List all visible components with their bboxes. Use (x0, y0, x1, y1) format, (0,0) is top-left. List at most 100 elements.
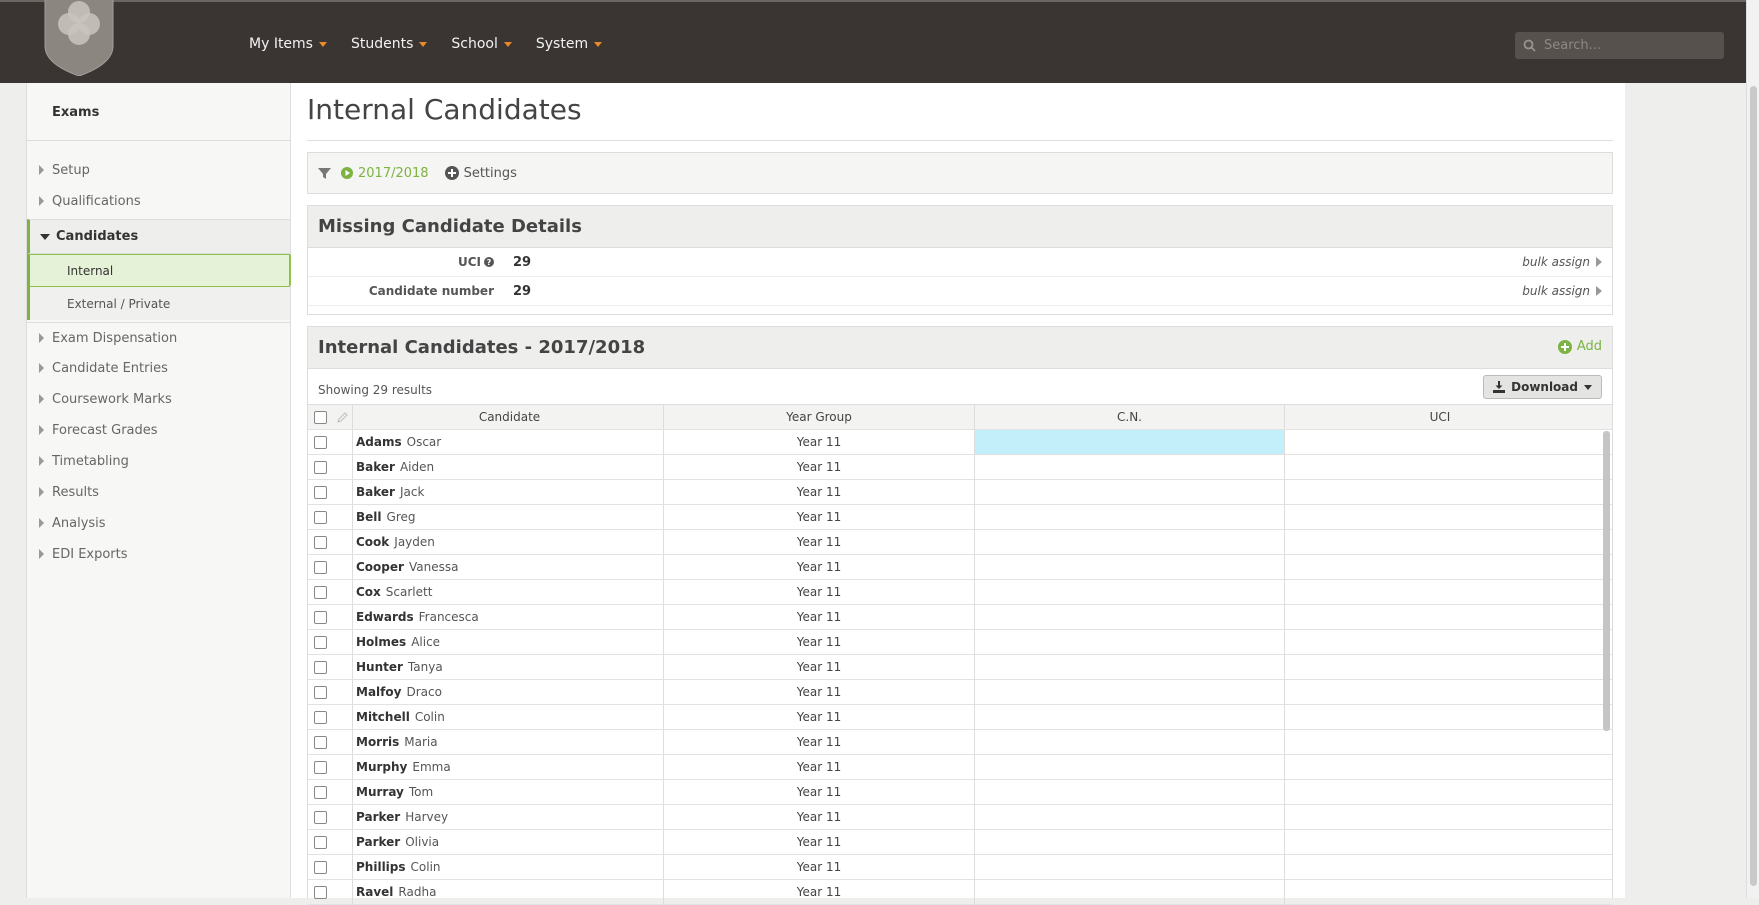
row-checkbox[interactable] (313, 535, 327, 549)
candidate-name-cell[interactable]: Morris Maria (353, 730, 664, 754)
cn-cell[interactable] (975, 630, 1285, 654)
row-checkbox[interactable] (313, 585, 327, 599)
candidate-name-cell[interactable]: Cook Jayden (353, 530, 664, 554)
candidate-name-cell[interactable]: Baker Jack (353, 480, 664, 504)
sidebar-item-candidate-entries[interactable]: Candidate Entries (27, 353, 290, 383)
table-row[interactable]: Ravel Radha Year 11 (308, 880, 1612, 905)
candidate-name-cell[interactable]: Cox Scarlett (353, 580, 664, 604)
cn-cell[interactable] (975, 655, 1285, 679)
sidebar-item-timetabling[interactable]: Timetabling (27, 446, 290, 476)
cn-cell[interactable] (975, 605, 1285, 629)
row-checkbox[interactable] (313, 610, 327, 624)
candidate-name-cell[interactable]: Murray Tom (353, 780, 664, 804)
cn-cell[interactable] (975, 455, 1285, 479)
add-candidate-button[interactable]: Add (1557, 339, 1602, 354)
row-checkbox[interactable] (313, 660, 327, 674)
table-row[interactable]: Malfoy Draco Year 11 (308, 680, 1612, 705)
row-checkbox[interactable] (313, 635, 327, 649)
cn-cell[interactable] (975, 855, 1285, 879)
sidebar-item-forecast-grades[interactable]: Forecast Grades (27, 415, 290, 445)
row-checkbox[interactable] (313, 435, 327, 449)
candidate-name-cell[interactable]: Malfoy Draco (353, 680, 664, 704)
cn-cell[interactable] (975, 730, 1285, 754)
row-checkbox[interactable] (313, 835, 327, 849)
row-checkbox[interactable] (313, 560, 327, 574)
table-row[interactable]: Murray Tom Year 11 (308, 780, 1612, 805)
sidebar-item-internal[interactable]: Internal (27, 254, 301, 287)
row-checkbox[interactable] (313, 860, 327, 874)
uci-cell[interactable] (1285, 705, 1595, 729)
cn-cell[interactable] (975, 805, 1285, 829)
candidate-name-cell[interactable]: Parker Harvey (353, 805, 664, 829)
table-row[interactable]: Baker Aiden Year 11 (308, 455, 1612, 480)
row-checkbox[interactable] (313, 735, 327, 749)
table-row[interactable]: Hunter Tanya Year 11 (308, 655, 1612, 680)
table-row[interactable]: Edwards Francesca Year 11 (308, 605, 1612, 630)
row-checkbox[interactable] (313, 685, 327, 699)
candidate-name-cell[interactable]: Phillips Colin (353, 855, 664, 879)
search-input[interactable] (1542, 37, 1716, 54)
uci-cell[interactable] (1285, 780, 1595, 804)
bulk-assign-cn-link[interactable]: bulk assign (1522, 284, 1602, 298)
cn-cell[interactable] (975, 880, 1285, 904)
table-row[interactable]: Adams Oscar Year 11 (308, 430, 1612, 455)
candidate-name-cell[interactable]: Baker Aiden (353, 455, 664, 479)
candidate-name-cell[interactable]: Hunter Tanya (353, 655, 664, 679)
row-checkbox[interactable] (313, 460, 327, 474)
cn-cell[interactable] (975, 555, 1285, 579)
table-row[interactable]: Cox Scarlett Year 11 (308, 580, 1612, 605)
table-row[interactable]: Cook Jayden Year 11 (308, 530, 1612, 555)
year-filter[interactable]: 2017/2018 (341, 166, 429, 181)
scrollbar-thumb[interactable] (1750, 86, 1757, 886)
sidebar-item-results[interactable]: Results (27, 477, 290, 507)
uci-cell[interactable] (1285, 680, 1595, 704)
sidebar-item-setup[interactable]: Setup (27, 155, 290, 185)
cn-cell[interactable] (975, 505, 1285, 529)
uci-cell[interactable] (1285, 730, 1595, 754)
table-row[interactable]: Parker Olivia Year 11 (308, 830, 1612, 855)
settings-filter[interactable]: Settings (444, 166, 517, 181)
select-all-checkbox[interactable] (313, 410, 327, 424)
sidebar-item-coursework-marks[interactable]: Coursework Marks (27, 384, 290, 414)
sidebar-item-analysis[interactable]: Analysis (27, 508, 290, 538)
filter-icon[interactable] (318, 167, 331, 180)
help-icon[interactable]: ? (484, 257, 494, 267)
row-checkbox[interactable] (313, 710, 327, 724)
candidate-name-cell[interactable]: Holmes Alice (353, 630, 664, 654)
uci-cell[interactable] (1285, 830, 1595, 854)
candidate-name-cell[interactable]: Mitchell Colin (353, 705, 664, 729)
candidate-name-cell[interactable]: Cooper Vanessa (353, 555, 664, 579)
table-row[interactable]: Morris Maria Year 11 (308, 730, 1612, 755)
cn-cell[interactable] (975, 680, 1285, 704)
table-row[interactable]: Phillips Colin Year 11 (308, 855, 1612, 880)
table-row[interactable]: Baker Jack Year 11 (308, 480, 1612, 505)
uci-cell[interactable] (1285, 755, 1595, 779)
cn-cell[interactable] (975, 480, 1285, 504)
sidebar-item-exam-dispensation[interactable]: Exam Dispensation (27, 322, 290, 353)
column-header-year-group[interactable]: Year Group (664, 405, 975, 429)
download-button[interactable]: Download (1483, 375, 1602, 399)
table-row[interactable]: Bell Greg Year 11 (308, 505, 1612, 530)
candidate-name-cell[interactable]: Adams Oscar (353, 430, 664, 454)
sidebar-item-edi-exports[interactable]: EDI Exports (27, 539, 290, 569)
nav-students[interactable]: Students (351, 36, 428, 52)
row-checkbox[interactable] (313, 485, 327, 499)
sidebar-item-candidates[interactable]: Candidates (27, 219, 290, 254)
row-checkbox[interactable] (313, 885, 327, 899)
uci-cell[interactable] (1285, 505, 1595, 529)
uci-cell[interactable] (1285, 455, 1595, 479)
uci-cell[interactable] (1285, 480, 1595, 504)
column-header-cn[interactable]: C.N. (975, 405, 1285, 429)
sidebar-item-qualifications[interactable]: Qualifications (27, 186, 290, 216)
column-header-uci[interactable]: UCI (1285, 405, 1595, 429)
uci-cell[interactable] (1285, 580, 1595, 604)
candidate-name-cell[interactable]: Ravel Radha (353, 880, 664, 904)
candidate-name-cell[interactable]: Bell Greg (353, 505, 664, 529)
uci-cell[interactable] (1285, 630, 1595, 654)
cn-cell[interactable] (975, 530, 1285, 554)
cn-cell[interactable] (975, 830, 1285, 854)
row-checkbox[interactable] (313, 810, 327, 824)
row-checkbox[interactable] (313, 785, 327, 799)
nav-system[interactable]: System (536, 36, 603, 52)
bulk-assign-uci-link[interactable]: bulk assign (1522, 255, 1602, 269)
